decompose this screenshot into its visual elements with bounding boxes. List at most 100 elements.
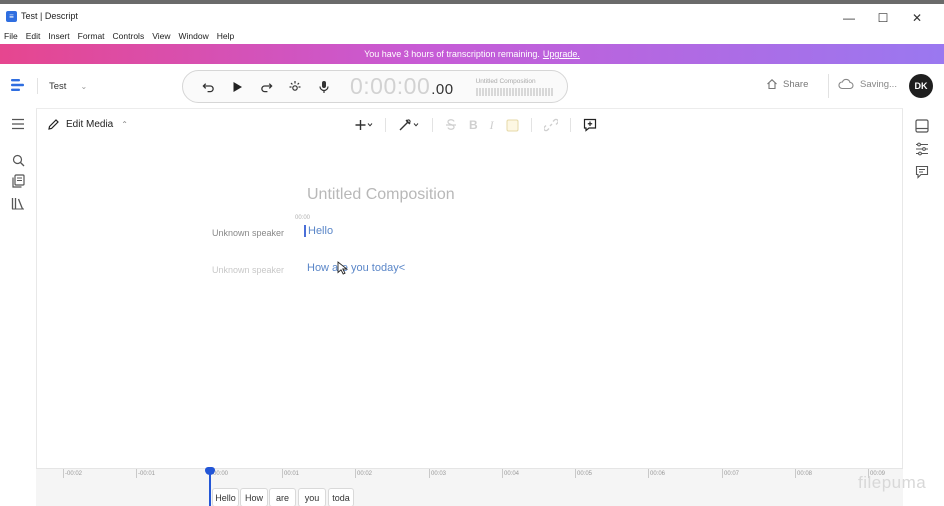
play-icon[interactable] bbox=[228, 78, 246, 96]
edit-media-dropdown[interactable]: Edit Media ⌃ bbox=[47, 118, 128, 131]
composition-waveform bbox=[475, 87, 554, 96]
chevron-down-icon: ⌄ bbox=[80, 81, 88, 91]
menu-file[interactable]: File bbox=[4, 31, 18, 41]
toolbar-separator bbox=[569, 118, 571, 132]
maximize-button[interactable]: ☐ bbox=[866, 8, 900, 28]
share-label: Share bbox=[783, 78, 809, 90]
highlight-icon[interactable] bbox=[506, 116, 519, 134]
home-icon bbox=[767, 79, 777, 90]
toolbar-separator bbox=[385, 118, 386, 132]
timeline-tick-label: 00:01 bbox=[284, 471, 300, 477]
project-selector[interactable]: Test ⌄ bbox=[37, 78, 87, 94]
timeline-tick bbox=[282, 469, 283, 478]
speaker-label[interactable]: Unknown speaker bbox=[212, 265, 284, 275]
timecode-main: 0:00:00 bbox=[350, 73, 431, 99]
properties-sliders-icon[interactable] bbox=[914, 141, 930, 157]
magic-icon[interactable] bbox=[286, 78, 304, 96]
timeline-tick-label: 00:08 bbox=[797, 471, 813, 477]
transcript-paragraph[interactable]: How are you today< bbox=[307, 262, 405, 274]
saving-status: Saving... bbox=[838, 78, 897, 90]
effects-wand-icon[interactable] bbox=[398, 116, 420, 134]
comments-icon[interactable] bbox=[914, 164, 930, 180]
add-icon[interactable] bbox=[355, 116, 373, 134]
menu-view[interactable]: View bbox=[152, 31, 170, 41]
timeline-tick bbox=[648, 469, 649, 478]
timeline-tick-label: -00:01 bbox=[138, 471, 156, 477]
menu-window[interactable]: Window bbox=[178, 31, 208, 41]
italic-icon[interactable]: I bbox=[490, 116, 494, 134]
undo-icon[interactable] bbox=[199, 78, 217, 96]
banner-text: You have 3 hours of transcription remain… bbox=[364, 49, 540, 59]
right-sidebar bbox=[903, 108, 944, 506]
descript-logo-icon[interactable] bbox=[10, 77, 26, 93]
timeline-tick-label: 00:05 bbox=[577, 471, 593, 477]
timeline-tick bbox=[63, 469, 64, 478]
left-sidebar bbox=[0, 108, 36, 506]
pencil-icon bbox=[48, 119, 59, 130]
timeline-tick-label: -00:02 bbox=[65, 471, 83, 477]
timecode-display: 0:00:00.00 bbox=[350, 73, 454, 100]
topbar-divider bbox=[828, 74, 829, 98]
composition-mini-player[interactable]: Untitled Composition bbox=[475, 78, 554, 96]
timeline-tick-label: 00:04 bbox=[504, 471, 520, 477]
library-icon[interactable] bbox=[10, 195, 26, 211]
timeline-word-clip[interactable]: are bbox=[269, 488, 296, 506]
timeline-tick bbox=[355, 469, 356, 478]
descript-app-icon: ≡ bbox=[6, 10, 17, 22]
timeline-tick bbox=[429, 469, 430, 478]
upgrade-link[interactable]: Upgrade. bbox=[543, 49, 580, 59]
minimize-button[interactable]: — bbox=[832, 8, 866, 28]
redo-icon[interactable] bbox=[257, 78, 275, 96]
transcription-banner: You have 3 hours of transcription remain… bbox=[0, 44, 944, 64]
edit-media-label: Edit Media bbox=[66, 119, 114, 130]
menu-edit[interactable]: Edit bbox=[26, 31, 41, 41]
mouse-pointer-icon bbox=[337, 261, 349, 275]
chevron-updown-icon: ⌃ bbox=[121, 120, 128, 129]
link-icon[interactable] bbox=[543, 116, 558, 134]
window-title: Test | Descript bbox=[21, 11, 78, 21]
menu-help[interactable]: Help bbox=[217, 31, 234, 41]
hamburger-menu-icon[interactable] bbox=[10, 116, 26, 132]
timeline[interactable]: -00:02 -00:01 00:00 00:01 00:02 00:03 00… bbox=[36, 467, 903, 506]
strikethrough-icon[interactable] bbox=[445, 116, 457, 134]
project-files-icon[interactable] bbox=[10, 173, 26, 189]
saving-label: Saving... bbox=[860, 78, 897, 90]
timeline-tick bbox=[502, 469, 503, 478]
close-button[interactable]: ✕ bbox=[900, 8, 934, 28]
editor-toolbar: B I bbox=[355, 116, 609, 134]
microphone-icon[interactable] bbox=[315, 78, 333, 96]
speaker-label[interactable]: Unknown speaker bbox=[212, 228, 284, 238]
timeline-word-clip[interactable]: toda bbox=[328, 488, 354, 506]
paragraph-timestamp: 00:00 bbox=[295, 215, 311, 221]
timeline-word-clip[interactable]: you bbox=[298, 488, 326, 506]
timeline-tick bbox=[795, 469, 796, 478]
cloud-icon bbox=[838, 78, 854, 90]
toolbar-separator bbox=[432, 118, 433, 132]
bold-icon[interactable]: B bbox=[469, 116, 478, 134]
top-bar: Test ⌄ 0:00:00.00 Untitled Composition S… bbox=[0, 64, 944, 108]
title-bar: ≡ Test | Descript — ☐ ✕ bbox=[0, 0, 944, 28]
share-button[interactable]: Share bbox=[766, 78, 808, 90]
menu-bar: File Edit Insert Format Controls View Wi… bbox=[0, 28, 242, 44]
menu-insert[interactable]: Insert bbox=[48, 31, 69, 41]
menu-format[interactable]: Format bbox=[78, 31, 105, 41]
timeline-tick-label: 00:06 bbox=[650, 471, 666, 477]
script-editor[interactable]: Edit Media ⌃ B I Untitled Composition 00… bbox=[36, 108, 903, 468]
timeline-tick bbox=[136, 469, 137, 478]
timeline-tick-label: 00:07 bbox=[724, 471, 740, 477]
timeline-word-clip[interactable]: How bbox=[240, 488, 268, 506]
scene-panel-icon[interactable] bbox=[914, 118, 930, 134]
watermark: filepuma bbox=[858, 473, 927, 492]
timeline-tick-label: 00:02 bbox=[357, 471, 373, 477]
user-avatar[interactable]: DK bbox=[909, 74, 933, 98]
timeline-word-clip[interactable]: Hello bbox=[212, 488, 239, 506]
timeline-tick-label: 00:00 bbox=[213, 471, 229, 477]
timecode-ms: .00 bbox=[431, 81, 454, 98]
timeline-tick-label: 00:03 bbox=[431, 471, 447, 477]
composition-title[interactable]: Untitled Composition bbox=[307, 186, 455, 204]
toolbar-separator bbox=[530, 118, 532, 132]
menu-controls[interactable]: Controls bbox=[113, 31, 145, 41]
transcript-paragraph[interactable]: Hello bbox=[304, 225, 333, 237]
add-comment-icon[interactable] bbox=[583, 116, 597, 134]
search-icon[interactable] bbox=[10, 152, 26, 168]
